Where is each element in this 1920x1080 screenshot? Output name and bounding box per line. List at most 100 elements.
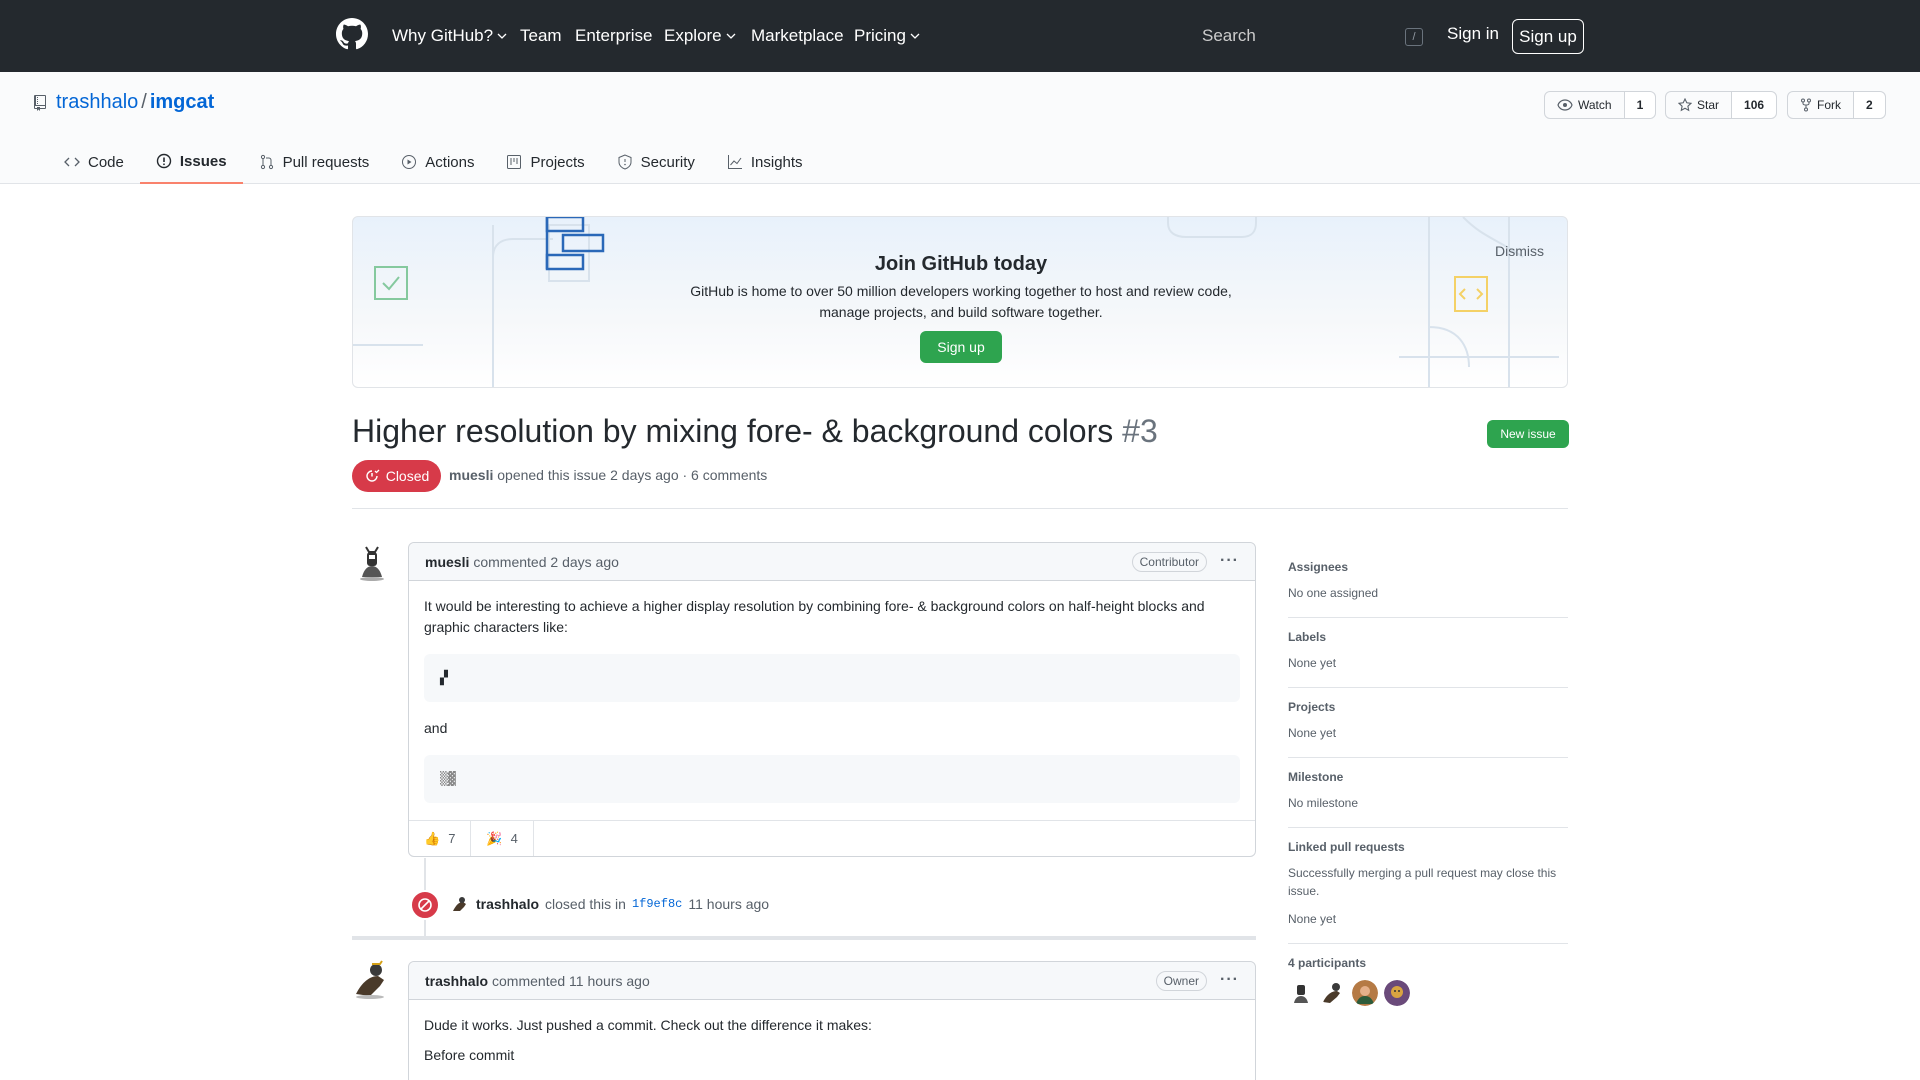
- tab-issues[interactable]: Issues: [139, 140, 243, 184]
- kebab-horizontal-icon[interactable]: ···: [1220, 971, 1239, 989]
- banner-dismiss-button[interactable]: Dismiss: [1495, 243, 1544, 259]
- sidebar-heading: Assignees: [1288, 560, 1349, 574]
- header-nav-marketplace[interactable]: Marketplace: [751, 0, 844, 72]
- tada-icon: 🎉: [486, 830, 503, 846]
- comment-timestamp[interactable]: commented 2 days ago: [473, 554, 619, 570]
- comment-author-link[interactable]: trashhalo: [425, 973, 488, 989]
- header-nav-why-github[interactable]: Why GitHub?: [392, 0, 507, 72]
- tab-label: Projects: [530, 153, 585, 171]
- nav-label: Marketplace: [751, 26, 844, 45]
- repo-separator: /: [141, 91, 147, 113]
- comment-header: trashhalo commented 11 hours ago Owner ·…: [409, 962, 1255, 1000]
- issue-title-text: Higher resolution by mixing fore- & back…: [352, 413, 1114, 449]
- comment-text: It would be interesting to achieve a hig…: [424, 596, 1240, 638]
- repo-owner-link[interactable]: trashhalo: [56, 91, 138, 113]
- issue-title: Higher resolution by mixing fore- & back…: [352, 413, 1158, 450]
- comment-box: trashhalo commented 11 hours ago Owner ·…: [408, 961, 1256, 1080]
- kebab-horizontal-icon[interactable]: ···: [1220, 552, 1239, 570]
- star-icon: [1678, 98, 1692, 112]
- avatar[interactable]: [352, 960, 392, 1000]
- banner-sign-up-button[interactable]: Sign up: [920, 331, 1002, 363]
- project-icon: [507, 155, 522, 169]
- fork-button-group[interactable]: Fork 2: [1787, 91, 1886, 119]
- header-nav-enterprise[interactable]: Enterprise: [575, 0, 652, 72]
- tab-projects[interactable]: Projects: [490, 140, 600, 184]
- avatar[interactable]: [1384, 980, 1410, 1006]
- comment-header: muesli commented 2 days ago Contributor …: [409, 543, 1255, 581]
- sidebar-milestone[interactable]: Milestone No milestone: [1288, 758, 1568, 828]
- star-button[interactable]: Star: [1666, 92, 1733, 118]
- new-issue-button[interactable]: New issue: [1487, 420, 1569, 448]
- signup-banner: Join GitHub today GitHub is home to over…: [352, 216, 1568, 388]
- chevron-down-icon: [497, 33, 507, 39]
- nav-label: Why GitHub?: [392, 26, 494, 45]
- avatar[interactable]: [352, 543, 392, 583]
- reaction-count: 4: [510, 831, 518, 846]
- search-shortcut-key: /: [1405, 28, 1423, 46]
- tab-code[interactable]: Code: [48, 140, 140, 184]
- issue-author-link[interactable]: muesli: [449, 467, 493, 483]
- reaction-thumbs-up[interactable]: 👍 7: [409, 821, 472, 856]
- sidebar-labels[interactable]: Labels None yet: [1288, 618, 1568, 688]
- avatar[interactable]: [1352, 980, 1378, 1006]
- comment-author-link[interactable]: muesli: [425, 554, 469, 570]
- header-nav-explore[interactable]: Explore: [664, 0, 736, 72]
- comment-box: muesli commented 2 days ago Contributor …: [408, 542, 1256, 857]
- circle-slash-icon: [418, 898, 432, 912]
- watch-button-group[interactable]: Watch 1: [1544, 91, 1657, 119]
- sidebar-participants: 4 participants: [1288, 944, 1568, 1021]
- commit-sha-link[interactable]: 1f9ef8c: [632, 897, 682, 911]
- tab-insights[interactable]: Insights: [711, 140, 819, 184]
- watch-button[interactable]: Watch: [1545, 92, 1625, 118]
- avatar[interactable]: [450, 894, 470, 914]
- sidebar-value: No one assigned: [1288, 586, 1379, 600]
- event-actor-link[interactable]: trashhalo: [476, 896, 539, 912]
- tab-label: Actions: [425, 153, 475, 171]
- closed-event-badge: [410, 890, 440, 920]
- sidebar-projects[interactable]: Projects None yet: [1288, 688, 1568, 758]
- graph-icon: [727, 155, 742, 169]
- tab-pull-requests[interactable]: Pull requests: [243, 140, 386, 184]
- header-nav-team[interactable]: Team: [520, 0, 562, 72]
- reaction-count: 7: [448, 831, 456, 846]
- reaction-hooray[interactable]: 🎉 4: [471, 821, 534, 856]
- sidebar-heading: Milestone: [1288, 770, 1344, 784]
- code-block: ▞: [424, 654, 1240, 702]
- watch-count[interactable]: 1: [1624, 92, 1656, 118]
- github-logo-icon[interactable]: [336, 18, 368, 50]
- issue-state-label: Closed: [385, 468, 430, 484]
- issue-meta-text: opened this issue 2 days ago · 6 comment…: [497, 467, 768, 483]
- star-label: Star: [1697, 98, 1720, 112]
- sign-up-button[interactable]: Sign up: [1512, 19, 1584, 54]
- comment-text: Dude it works. Just pushed a commit. Che…: [424, 1017, 872, 1033]
- star-count[interactable]: 106: [1732, 92, 1777, 118]
- fork-count[interactable]: 2: [1854, 92, 1885, 118]
- sidebar-assignees[interactable]: Assignees No one assigned: [1288, 548, 1568, 618]
- repo-name-link[interactable]: imgcat: [150, 91, 214, 113]
- sign-in-link[interactable]: Sign in: [1447, 24, 1499, 44]
- chevron-down-icon: [726, 33, 736, 39]
- header-nav-pricing[interactable]: Pricing: [854, 0, 920, 72]
- banner-title: Join GitHub today: [874, 253, 1048, 275]
- comment-timestamp[interactable]: commented 11 hours ago: [492, 973, 650, 989]
- nav-label: Pricing: [854, 26, 906, 45]
- code-block-text: ▞: [440, 670, 448, 686]
- watch-label: Watch: [1578, 98, 1612, 112]
- sidebar-linked-pull-requests[interactable]: Linked pull requests Successfully mergin…: [1288, 828, 1568, 944]
- reactions-bar: 👍 7 🎉 4: [409, 820, 1255, 856]
- star-button-group[interactable]: Star 106: [1665, 91, 1778, 119]
- thumbs-up-icon: 👍: [424, 830, 441, 846]
- event-time[interactable]: 11 hours ago: [688, 896, 769, 912]
- search-input[interactable]: Search: [1188, 19, 1428, 53]
- sidebar-value: None yet: [1288, 656, 1337, 670]
- avatar[interactable]: [1288, 980, 1314, 1006]
- tab-security[interactable]: Security: [601, 140, 711, 184]
- comment-line1: It would be interesting to achieve a hig…: [424, 598, 1205, 614]
- avatar[interactable]: [1320, 980, 1346, 1006]
- tab-actions[interactable]: Actions: [385, 140, 490, 184]
- nav-label: Explore: [664, 26, 722, 45]
- tab-label: Issues: [179, 152, 227, 170]
- fork-button[interactable]: Fork: [1788, 92, 1854, 118]
- timeline-divider: [352, 936, 1256, 940]
- comment-body: Dude it works. Just pushed a commit. Che…: [409, 1000, 1255, 1080]
